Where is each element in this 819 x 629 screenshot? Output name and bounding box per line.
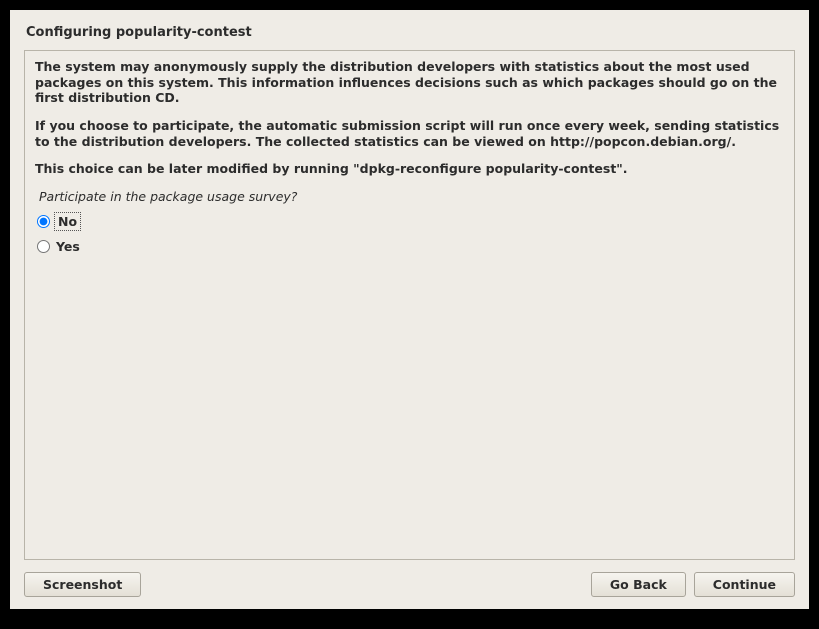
radio-option-no[interactable]: No (37, 214, 784, 229)
continue-button[interactable]: Continue (694, 572, 795, 597)
survey-question: Participate in the package usage survey? (39, 189, 784, 204)
button-bar-left: Screenshot (24, 572, 141, 597)
installer-dialog: Configuring popularity-contest The syste… (10, 10, 809, 609)
radio-label-no: No (56, 214, 79, 229)
radio-no[interactable] (37, 215, 50, 228)
radio-group: No Yes (37, 214, 784, 254)
info-paragraph-2: If you choose to participate, the automa… (35, 118, 784, 149)
go-back-button[interactable]: Go Back (591, 572, 686, 597)
button-bar-right: Go Back Continue (591, 572, 795, 597)
radio-label-yes: Yes (56, 239, 80, 254)
info-paragraph-3: This choice can be later modified by run… (35, 161, 784, 177)
screenshot-button[interactable]: Screenshot (24, 572, 141, 597)
button-bar: Screenshot Go Back Continue (24, 572, 795, 597)
content-panel: The system may anonymously supply the di… (24, 50, 795, 560)
dialog-title: Configuring popularity-contest (26, 25, 795, 40)
radio-yes[interactable] (37, 240, 50, 253)
info-paragraph-1: The system may anonymously supply the di… (35, 59, 784, 106)
radio-option-yes[interactable]: Yes (37, 239, 784, 254)
